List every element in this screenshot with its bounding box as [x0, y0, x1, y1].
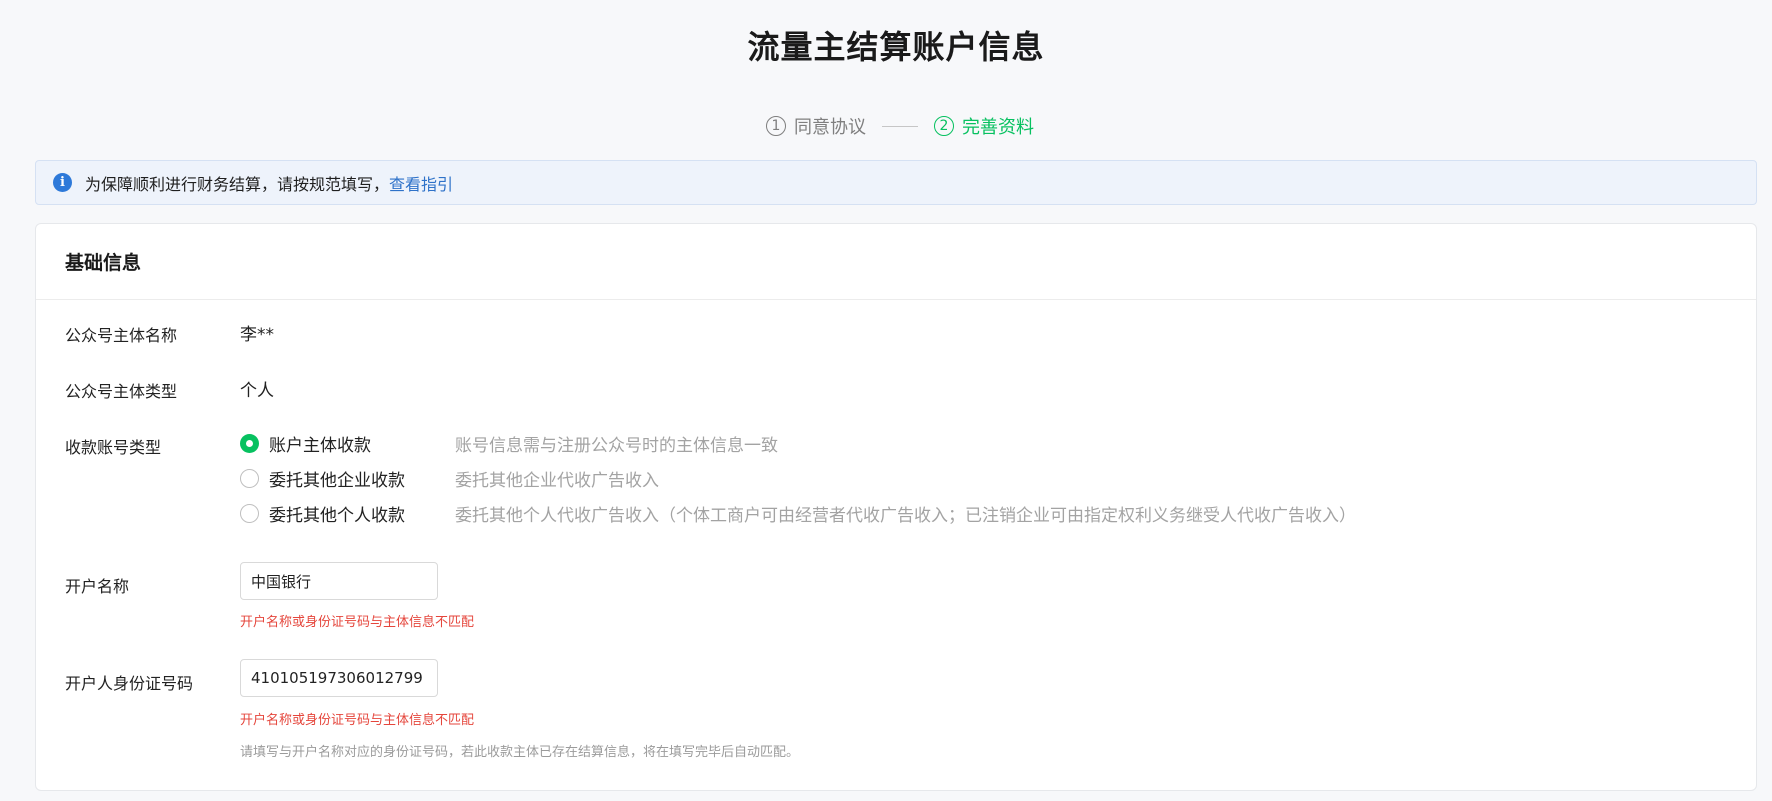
step-number-1: 1 [766, 116, 786, 136]
step-label-agree: 同意协议 [794, 117, 866, 138]
radio-description: 账号信息需与注册公众号时的主体信息一致 [455, 435, 778, 456]
step-agree-protocol: 1 同意协议 [766, 113, 866, 139]
entity-type-value: 个人 [240, 381, 274, 401]
step-indicator: 1 同意协议 2 完善资料 [766, 112, 1034, 140]
radio-label[interactable]: 委托其他企业收款 [269, 466, 455, 491]
entity-type-label: 公众号主体类型 [65, 382, 178, 401]
id-number-hint: 请填写与开户名称对应的身份证号码，若此收款主体已存在结算信息，将在填写完毕后自动… [240, 745, 800, 760]
radio-option-account-owner[interactable]: 账户主体收款 账号信息需与注册公众号时的主体信息一致 [240, 431, 778, 456]
id-number-input[interactable] [240, 659, 438, 697]
page-title: 流量主结算账户信息 [747, 28, 1045, 66]
account-name-error: 开户名称或身份证号码与主体信息不匹配 [240, 615, 475, 630]
account-type-label: 收款账号类型 [65, 438, 162, 457]
radio-label[interactable]: 账户主体收款 [269, 431, 455, 456]
id-number-error: 开户名称或身份证号码与主体信息不匹配 [240, 713, 475, 728]
step-connector [882, 125, 918, 127]
radio-description: 委托其他个人代收广告收入（个体工商户可由经营者代收广告收入；已注销企业可由指定权… [455, 505, 1356, 526]
step-complete-info: 2 完善资料 [934, 113, 1034, 139]
radio-label[interactable]: 委托其他个人收款 [269, 501, 455, 526]
radio-unchecked-icon[interactable] [240, 468, 259, 488]
radio-checked-icon[interactable] [240, 433, 259, 453]
section-title: 基础信息 [36, 224, 1756, 300]
basic-info-card: 基础信息 公众号主体名称 李** 公众号主体类型 个人 收款账号类型 账户主体收… [35, 223, 1757, 791]
account-name-input[interactable] [240, 562, 438, 600]
entity-name-label: 公众号主体名称 [65, 326, 178, 345]
step-label-complete: 完善资料 [962, 117, 1034, 138]
step-number-2: 2 [934, 116, 954, 136]
radio-unchecked-icon[interactable] [240, 503, 259, 523]
notice-banner: i 为保障顺利进行财务结算，请按规范填写， 查看指引 [35, 160, 1757, 205]
info-icon: i [53, 173, 72, 192]
account-name-label: 开户名称 [65, 577, 130, 596]
notice-text: 为保障顺利进行财务结算，请按规范填写， [85, 174, 390, 194]
entity-name-value: 李** [240, 325, 274, 345]
id-number-label: 开户人身份证号码 [65, 674, 194, 693]
view-guide-link[interactable]: 查看指引 [389, 171, 453, 195]
radio-option-other-company[interactable]: 委托其他企业收款 委托其他企业代收广告收入 [240, 466, 659, 491]
radio-description: 委托其他企业代收广告收入 [455, 470, 659, 491]
radio-option-other-person[interactable]: 委托其他个人收款 委托其他个人代收广告收入（个体工商户可由经营者代收广告收入；已… [240, 501, 1356, 526]
